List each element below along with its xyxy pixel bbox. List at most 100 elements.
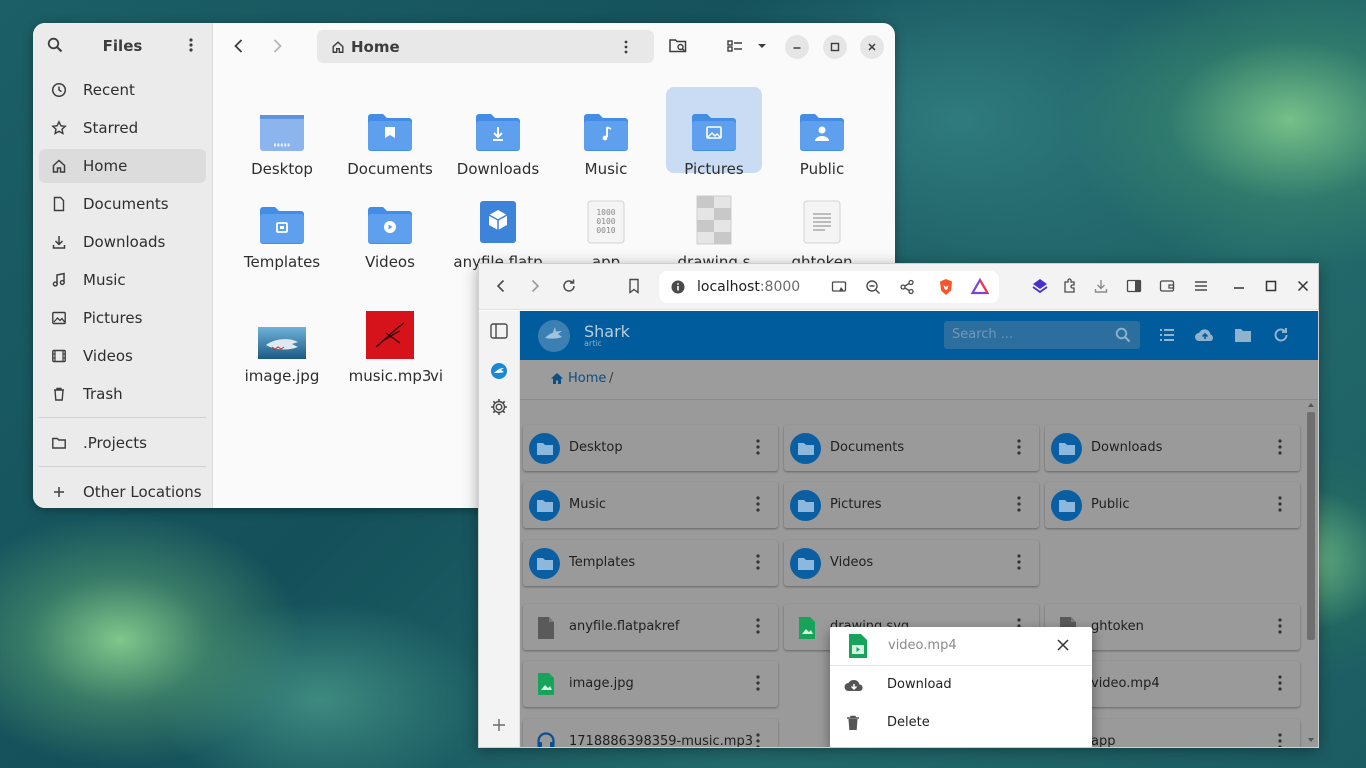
file-card[interactable]: image.jpg — [523, 661, 778, 707]
delete-action[interactable]: Delete — [830, 704, 1092, 742]
cast-icon[interactable] — [831, 279, 847, 295]
kebab-menu-icon[interactable] — [183, 37, 199, 53]
grid-item-drawing[interactable]: drawing.s — [666, 185, 762, 271]
kebab-menu-icon[interactable] — [1017, 496, 1021, 512]
refresh-icon[interactable] — [1272, 326, 1290, 344]
minimize-icon[interactable] — [1231, 278, 1247, 294]
grid-item-public[interactable]: Public — [774, 92, 870, 178]
scrollbar-thumb[interactable] — [1307, 412, 1315, 640]
folder-card[interactable]: Pictures — [784, 482, 1039, 528]
file-card[interactable]: anyfile.flatpakref — [523, 604, 778, 650]
sidebar-item-pictures[interactable]: Pictures — [39, 301, 206, 335]
scroll-down-icon[interactable] — [1307, 737, 1315, 743]
extensions-icon[interactable] — [1062, 278, 1078, 294]
kebab-menu-icon[interactable] — [1017, 439, 1021, 455]
grid-item-videos[interactable]: Videos — [342, 185, 438, 271]
folder-card[interactable]: Music — [523, 482, 778, 528]
close-icon[interactable] — [1295, 278, 1311, 294]
kebab-menu-icon[interactable] — [1017, 554, 1021, 570]
sidebar-item-other-locations[interactable]: Other Locations — [39, 475, 206, 508]
list-view-icon[interactable] — [1158, 326, 1176, 344]
grid-item-video[interactable]: vi — [430, 299, 470, 385]
sidebar-item-starred[interactable]: Starred — [39, 111, 206, 145]
plus-icon[interactable] — [489, 715, 509, 735]
zoom-out-icon[interactable] — [865, 279, 881, 295]
file-card[interactable]: 1718886398359-music.mp3 — [523, 719, 778, 747]
site-info-icon[interactable] — [671, 280, 685, 294]
grid-item-image[interactable]: image.jpg — [234, 299, 330, 385]
path-bar[interactable]: Home — [317, 30, 654, 63]
minimize-button[interactable] — [785, 35, 809, 59]
sidebar-toggle-icon[interactable] — [1126, 278, 1142, 294]
close-icon[interactable] — [1056, 638, 1070, 652]
kebab-menu-icon[interactable] — [756, 439, 760, 455]
maximize-button[interactable] — [823, 35, 847, 59]
view-list-icon[interactable] — [726, 36, 744, 56]
grid-item-desktop[interactable]: Desktop — [234, 92, 330, 178]
reload-icon[interactable] — [561, 278, 577, 294]
maximize-icon[interactable] — [1263, 278, 1279, 294]
kebab-menu-icon[interactable] — [756, 618, 760, 634]
grid-item-app[interactable]: 1000 0100 0010 app — [558, 185, 654, 271]
folder-card[interactable]: Videos — [784, 540, 1039, 586]
sidebar-item-documents[interactable]: Documents — [39, 187, 206, 221]
scroll-up-icon[interactable] — [1307, 402, 1315, 408]
folder-card[interactable]: Desktop — [523, 425, 778, 471]
grid-item-music[interactable]: Music — [558, 92, 654, 178]
folder-card[interactable]: Public — [1045, 482, 1300, 528]
share-icon[interactable] — [899, 279, 915, 295]
extension-layers-icon[interactable] — [1031, 277, 1049, 295]
kebab-menu-icon[interactable] — [756, 496, 760, 512]
kebab-menu-icon[interactable] — [1278, 675, 1282, 691]
folder-card[interactable]: Documents — [784, 425, 1039, 471]
forward-icon[interactable] — [269, 36, 285, 56]
gear-icon[interactable] — [489, 397, 509, 417]
grid-item-documents[interactable]: Documents — [342, 92, 438, 178]
sidebar-item-home[interactable]: Home — [39, 149, 206, 183]
kebab-menu-icon[interactable] — [1278, 618, 1282, 634]
folder-card[interactable]: Downloads — [1045, 425, 1300, 471]
forward-icon[interactable] — [527, 278, 543, 294]
folder-search-icon[interactable] — [668, 36, 688, 56]
grid-item-downloads[interactable]: Downloads — [450, 92, 546, 178]
chevron-down-icon[interactable] — [755, 36, 769, 56]
download-action[interactable]: Download — [830, 666, 1092, 704]
sidebar-item-music[interactable]: Music — [39, 263, 206, 297]
back-icon[interactable] — [231, 36, 247, 56]
breadcrumb-home[interactable]: Home — [550, 371, 606, 386]
wallet-icon[interactable] — [1159, 278, 1175, 294]
kebab-menu-icon[interactable] — [756, 675, 760, 691]
app-search-input[interactable]: Search ... — [944, 321, 1140, 349]
grid-item-music-mp3[interactable]: music.mp3 — [342, 299, 438, 385]
grid-item-anyfile[interactable]: anyfile.flatp — [450, 185, 546, 271]
downloads-icon[interactable] — [1093, 278, 1109, 294]
kebab-menu-icon[interactable] — [756, 733, 760, 747]
sidebar-item-projects[interactable]: .Projects — [39, 426, 206, 460]
sidebar-item-recent[interactable]: Recent — [39, 73, 206, 107]
search-icon[interactable] — [1115, 327, 1131, 343]
kebab-menu-icon[interactable] — [756, 554, 760, 570]
address-bar[interactable]: localhost:8000 — [659, 271, 999, 303]
shark-logo-icon[interactable] — [538, 320, 570, 352]
grid-item-pictures[interactable]: Pictures — [666, 87, 762, 178]
grid-item-ghtoken[interactable]: ghtoken — [774, 185, 870, 271]
kebab-menu-icon[interactable] — [1278, 439, 1282, 455]
cloud-upload-icon[interactable] — [1194, 326, 1216, 344]
sidebar-item-downloads[interactable]: Downloads — [39, 225, 206, 259]
grid-item-templates[interactable]: Templates — [234, 185, 330, 271]
pinned-site-icon[interactable] — [489, 361, 509, 381]
kebab-menu-icon[interactable] — [1278, 496, 1282, 512]
back-icon[interactable] — [493, 278, 509, 294]
folder-card[interactable]: Templates — [523, 540, 778, 586]
sidebar-item-trash[interactable]: Trash — [39, 377, 206, 411]
sidebar-panel-icon[interactable] — [489, 321, 509, 341]
brave-shields-icon[interactable] — [937, 278, 955, 296]
bookmark-icon[interactable] — [626, 278, 642, 294]
close-button[interactable] — [860, 35, 884, 59]
kebab-menu-icon[interactable] — [618, 39, 634, 55]
hamburger-menu-icon[interactable] — [1193, 278, 1209, 294]
new-folder-icon[interactable] — [1233, 326, 1253, 344]
kebab-menu-icon[interactable] — [1278, 733, 1282, 747]
brave-rewards-icon[interactable] — [971, 278, 989, 296]
sidebar-item-videos[interactable]: Videos — [39, 339, 206, 373]
